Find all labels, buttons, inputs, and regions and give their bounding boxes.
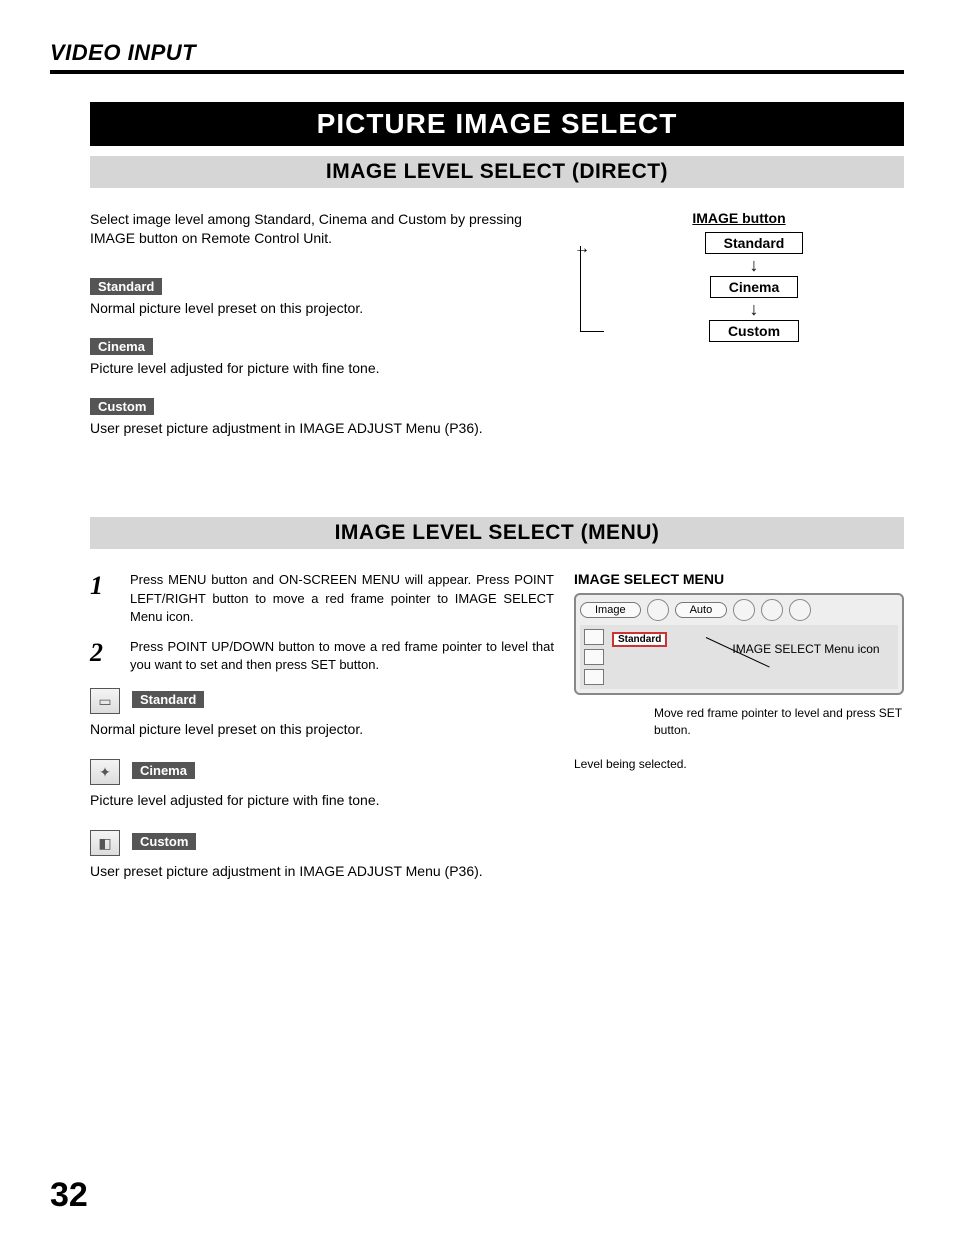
mode-label: Standard [132,691,204,708]
cycle-arrow-icon: → [574,240,590,258]
callout-instruction: Move red frame pointer to level and pres… [654,705,904,737]
menu-top-icon [789,599,811,621]
page-header: VIDEO INPUT [50,40,904,74]
section2-heading: IMAGE LEVEL SELECT (MENU) [90,517,904,549]
step-item: 2 Press POINT UP/DOWN button to move a r… [90,638,554,674]
menu-selected-level: Standard [612,632,667,647]
section-title-bar: PICTURE IMAGE SELECT [90,102,904,146]
mode-desc: Normal picture level preset on this proj… [90,720,554,739]
mode-desc: Normal picture level preset on this proj… [90,299,544,318]
cinema-icon: ✦ [90,759,120,785]
step-text: Press MENU button and ON-SCREEN MENU wil… [130,571,554,626]
menu-screenshot-title: IMAGE SELECT MENU [574,571,904,587]
menu-top-icon [761,599,783,621]
mode-desc: User preset picture adjustment in IMAGE … [90,419,544,438]
step-text: Press POINT UP/DOWN button to move a red… [130,638,554,674]
mode-label: Standard [90,278,162,295]
custom-icon: ◧ [90,830,120,856]
menu-tab-label: Image [580,602,641,618]
section1-heading: IMAGE LEVEL SELECT (DIRECT) [90,156,904,188]
standard-icon: ▭ [90,688,120,714]
step-number: 2 [90,638,112,674]
mode-desc: User preset picture adjustment in IMAGE … [90,862,554,881]
cycle-line-icon [580,246,582,332]
menu-top-icon [733,599,755,621]
diagram-box: Cinema [710,276,799,298]
menu-mode-label: Auto [675,602,728,618]
callout-selection: Level being selected. [574,756,904,772]
step-number: 1 [90,571,112,626]
mode-desc: Picture level adjusted for picture with … [90,359,544,378]
mode-label: Cinema [90,338,153,355]
down-arrow-icon: ↓ [750,256,759,274]
mode-label: Custom [132,833,196,850]
image-button-diagram: IMAGE button → Standard ↓ Cinema ↓ Custo… [574,210,904,457]
menu-side-icon [584,669,604,685]
diagram-box: Custom [709,320,799,342]
down-arrow-icon: ↓ [750,300,759,318]
step-item: 1 Press MENU button and ON-SCREEN MENU w… [90,571,554,626]
menu-side-icon [584,629,604,645]
mode-label: Custom [90,398,154,415]
diagram-box: Standard [705,232,804,254]
menu-top-icon [647,599,669,621]
menu-screenshot: Image Auto Stand [574,593,904,695]
mode-label: Cinema [132,762,195,779]
page-number: 32 [50,1176,88,1215]
menu-side-icon [584,649,604,665]
callout-icon-label: IMAGE SELECT Menu icon [726,641,886,657]
diagram-title: IMAGE button [574,210,904,226]
section1-intro: Select image level among Standard, Cinem… [90,210,544,248]
mode-desc: Picture level adjusted for picture with … [90,791,554,810]
